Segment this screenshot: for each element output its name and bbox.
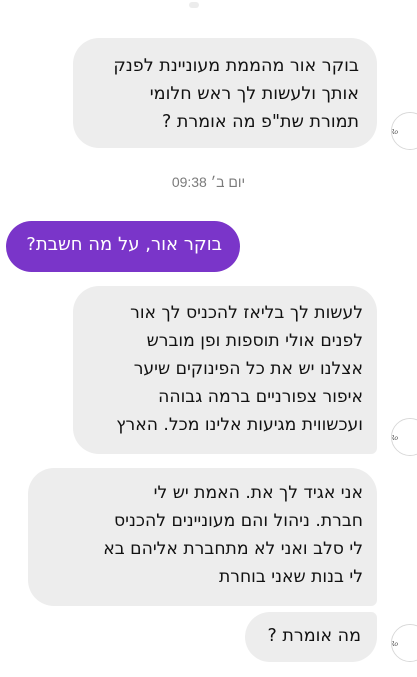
outgoing-message-bubble[interactable]: בוקר אור, על מה חשבת? xyxy=(6,221,240,272)
contact-avatar[interactable]: Shirel & Ro xyxy=(391,418,417,456)
salon-logo-icon: Shirel & Ro xyxy=(392,113,417,149)
message-line: מה אומרת ? xyxy=(267,626,361,646)
message-line: אני אגיד לך את. האמת יש לי xyxy=(153,483,363,503)
svg-text:Shirel & Ro: Shirel & Ro xyxy=(392,129,398,136)
incoming-message-bubble[interactable]: לעשות לך בליאז להכניס לך אור לפנים אולי … xyxy=(73,286,377,454)
message-line: לפנים אולי תוספות ופן מוברש xyxy=(146,331,363,351)
message-line: לעשות לך בליאז להכניס לך אור xyxy=(130,303,363,323)
message-line: לי בנות שאני בוחרת xyxy=(218,567,363,587)
incoming-message-bubble[interactable]: בוקר אור מהממת מעוניינת לפנק אותך ולעשות… xyxy=(73,38,377,148)
message-timestamp: יום ב׳ 09:38 xyxy=(171,174,246,190)
incoming-message-bubble[interactable]: אני אגיד לך את. האמת יש לי חברת. ניהול ו… xyxy=(28,468,377,606)
message-line: בוקר אור, על מה חשבת? xyxy=(26,234,222,255)
message-line: איפור צפורניים ברמה גבוהה xyxy=(158,387,363,407)
contact-avatar[interactable]: Shirel & Ro xyxy=(391,112,417,150)
contact-avatar[interactable]: Shirel & Ro xyxy=(391,624,417,662)
message-line: לי סלב ואני לא מתחברת אליהם בא xyxy=(103,539,363,559)
message-line: בוקר אור מהממת מעוניינת לפנק xyxy=(113,56,359,76)
scroll-indicator xyxy=(189,2,199,8)
incoming-message-bubble[interactable]: מה אומרת ? xyxy=(245,612,377,662)
svg-text:Shirel & Ro: Shirel & Ro xyxy=(392,641,398,648)
message-line: אותך ולעשות לך ראש חלומי xyxy=(149,84,359,104)
salon-logo-icon: Shirel & Ro xyxy=(392,625,417,661)
message-line: חברת. ניהול והם מעוניינים להכניס xyxy=(114,511,363,531)
message-line: אצלנו יש את כל הפינוקים שיער xyxy=(133,359,363,379)
message-line: תמורת שת"פ מה אומרת ? xyxy=(161,112,359,132)
svg-text:Shirel & Ro: Shirel & Ro xyxy=(392,435,398,442)
salon-logo-icon: Shirel & Ro xyxy=(392,419,417,455)
message-line: ועכשווית מגיעות אלינו מכל. הארץ xyxy=(116,415,363,435)
